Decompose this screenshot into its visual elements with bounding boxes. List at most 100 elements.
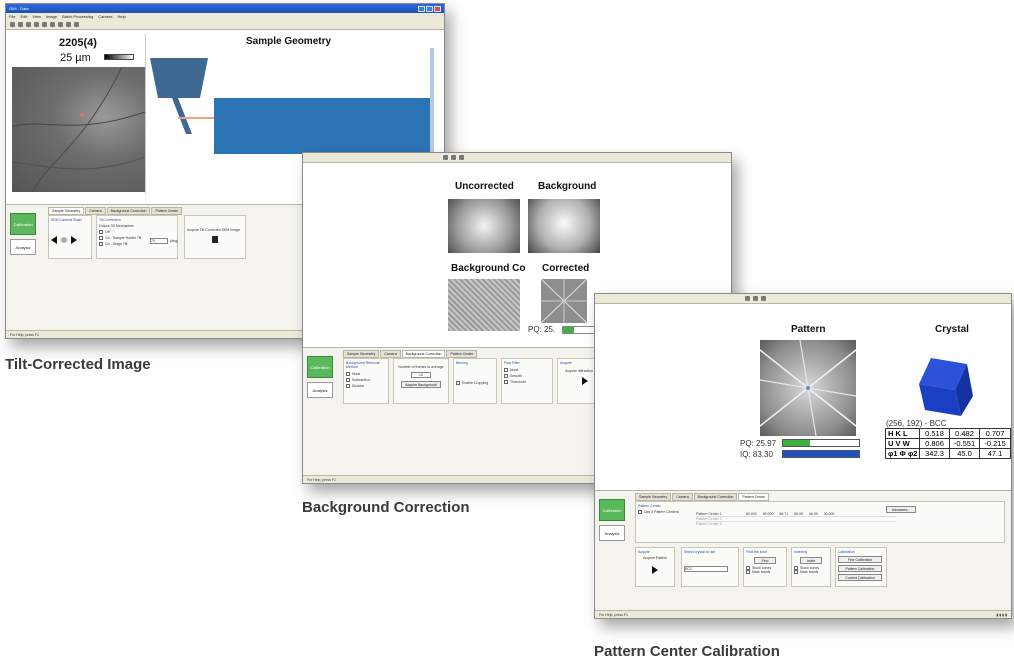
grid-icon[interactable] (761, 296, 766, 301)
indexing-title: Indexing (794, 550, 808, 554)
opt-stage-tilt-radio[interactable] (99, 242, 103, 247)
acquire-tilt-icon[interactable] (212, 236, 218, 243)
acquire-play-icon[interactable] (652, 566, 658, 574)
pc-value[interactable]: 56.71 (779, 512, 788, 516)
analysis-button[interactable]: Analysis (599, 525, 625, 541)
calibration-button[interactable]: Calibration (307, 356, 333, 378)
fine-calibration-button[interactable]: Fine Calibration (838, 556, 882, 563)
status-bar: For Help, press F1 ▮ ▮ ▮ ▮ (595, 610, 1011, 618)
pc-value[interactable]: 66.99 (809, 512, 818, 516)
left-arrow-icon[interactable] (51, 236, 57, 244)
play-icon[interactable] (74, 22, 79, 27)
current-calibration-button[interactable]: Current Calibration (838, 574, 882, 581)
tilt-value-field[interactable]: 70 (150, 238, 168, 244)
status-text: For Help, press F1 (307, 477, 336, 482)
title-bar: OIM - Data (6, 4, 444, 13)
post-filter-group: Post Filter None Smooth Threshold (501, 358, 553, 404)
binning-title: Binning (456, 361, 468, 365)
tab-camera[interactable]: Camera (380, 350, 401, 358)
minimize-button[interactable] (418, 5, 425, 12)
maximize-button[interactable] (426, 5, 433, 12)
open-icon[interactable] (443, 155, 448, 160)
pq-label: PQ: 25. (528, 325, 556, 334)
menu-help[interactable]: Help (117, 14, 125, 19)
menu-view[interactable]: View (32, 14, 41, 19)
tab-background-correction[interactable]: Background Correction (693, 493, 738, 501)
right-arrow-icon[interactable] (71, 236, 77, 244)
menu-camera[interactable]: Camera (98, 14, 112, 19)
analysis-button[interactable]: Analysis (10, 239, 36, 255)
pattern-center-window: Pattern Crystal PQ: 25.97 IQ: 83.30 (256… (594, 293, 1012, 619)
copy-icon[interactable] (34, 22, 39, 27)
record-icon[interactable] (61, 237, 67, 243)
zoom-icon[interactable] (50, 22, 55, 27)
pq-label: PQ: 25.97 (740, 439, 777, 448)
tab-background-correction[interactable]: Background Correction (401, 350, 446, 358)
tab-sample-geometry[interactable]: Sample Geometry (635, 493, 672, 501)
tab-camera[interactable]: Camera (672, 493, 693, 501)
menu-image[interactable]: Image (46, 14, 57, 19)
cube-icon (919, 358, 973, 416)
save-icon[interactable] (18, 22, 23, 27)
use-3-checkbox[interactable] (638, 510, 642, 515)
pc-value[interactable]: 50.000 (763, 512, 774, 516)
tab-pattern-center[interactable]: Pattern Center (738, 493, 770, 501)
save-icon[interactable] (753, 296, 758, 301)
filter-threshold-radio[interactable] (504, 380, 508, 385)
help-icon[interactable] (58, 22, 63, 27)
save-icon[interactable] (451, 155, 456, 160)
analysis-button[interactable]: Analysis (307, 382, 333, 398)
method-subtraction-radio[interactable] (346, 378, 350, 383)
acquire-background-button[interactable]: Acquire Background (401, 381, 441, 388)
tab-background-correction[interactable]: Background Correction (106, 207, 151, 215)
table-row: U V W 0.806 -0.551 -0.215 (886, 439, 1010, 449)
tab-camera[interactable]: Camera (85, 207, 106, 215)
iq-bar-fill (783, 451, 859, 457)
pc-value[interactable]: 30.000 (824, 512, 835, 516)
menu-edit[interactable]: Edit (20, 14, 27, 19)
acquire-pattern-play-icon[interactable] (582, 377, 588, 385)
index-mark-bands-checkbox[interactable] (794, 570, 798, 575)
menu-batch[interactable]: Batch Processing (62, 14, 93, 19)
method-none-radio[interactable] (346, 372, 350, 377)
tab-pattern-center[interactable]: Pattern Center (446, 350, 478, 358)
pc-value[interactable]: 60.000 (746, 512, 757, 516)
open-icon[interactable] (745, 296, 750, 301)
menu-file[interactable]: File (9, 14, 15, 19)
filter-smooth-radio[interactable] (504, 374, 508, 379)
paste-icon[interactable] (42, 22, 47, 27)
index-button[interactable]: Index (800, 557, 822, 564)
pc-value[interactable]: 66.99 (794, 512, 803, 516)
grid-icon[interactable] (66, 22, 71, 27)
grid-icon[interactable] (459, 155, 464, 160)
frames-field[interactable]: 10 (411, 372, 431, 378)
binning-group: Binning Enable Cropping (453, 358, 497, 404)
find-button[interactable]: Find (754, 557, 776, 564)
tab-sample-geometry[interactable]: Sample Geometry (48, 207, 85, 215)
background-image (528, 199, 600, 253)
calibration-button[interactable]: Calibration (599, 499, 625, 521)
pattern-calibration-button[interactable]: Pattern Calibration (838, 565, 882, 572)
advanced-button[interactable]: Advanced... (886, 506, 916, 513)
calibration-button[interactable]: Calibration (10, 213, 36, 235)
method-division-radio[interactable] (346, 384, 350, 389)
window-title: OIM - Data (9, 6, 29, 11)
open-icon[interactable] (10, 22, 15, 27)
opt-off-radio[interactable] (99, 230, 103, 235)
tab-sample-geometry[interactable]: Sample Geometry (343, 350, 380, 358)
iq-label: IQ: 83.30 (740, 450, 773, 459)
enable-cropping-label: Enable Cropping (462, 381, 489, 385)
uncorrected-title: Uncorrected (455, 181, 514, 192)
material-select[interactable]: BCC (684, 566, 728, 572)
solution-label: (256, 192) - BCC (886, 419, 947, 428)
iq-bar (782, 450, 860, 458)
cut-icon[interactable] (26, 22, 31, 27)
close-button[interactable] (434, 5, 441, 12)
mark-bands-checkbox[interactable] (746, 570, 750, 575)
enable-cropping-checkbox[interactable] (456, 381, 460, 386)
tab-pattern-center[interactable]: Pattern Center (151, 207, 183, 215)
mark-bands-label: Mark bands (752, 570, 771, 575)
acquire-tilt-group: Acquire Tilt Corrected SEM Image (184, 215, 246, 259)
opt-sample-tilt-radio[interactable] (99, 236, 103, 241)
filter-none-radio[interactable] (504, 368, 508, 373)
